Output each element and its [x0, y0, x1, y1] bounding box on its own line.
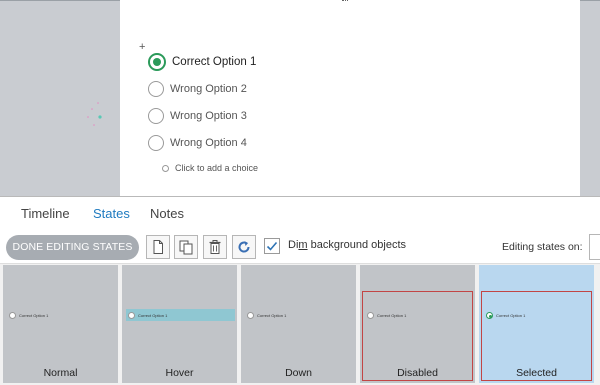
add-handle-icon[interactable]: + [139, 42, 145, 53]
states-strip: Correct Option 1 Normal Correct Option 1… [0, 263, 600, 385]
preview-radio-icon [128, 312, 135, 319]
radio-icon[interactable] [148, 108, 164, 124]
editing-states-label: Editing states on: [502, 241, 583, 253]
preview-radio-icon [367, 312, 374, 319]
dim-background-label: Dim background objects [288, 239, 407, 251]
states-toolbar: DONE EDITING STATES Dim background objec… [0, 231, 600, 261]
add-choice-row[interactable]: Click to add a choice [162, 163, 258, 173]
slide-canvas[interactable]: + Correct Option 1 Wrong Option 2 Wrong … [120, 0, 580, 196]
radio-icon[interactable] [148, 135, 164, 151]
state-preview: Correct Option 1 [128, 312, 167, 319]
dim-background-checkbox[interactable] [264, 238, 280, 254]
state-name: Disabled [397, 367, 438, 379]
state-card-hover[interactable]: Correct Option 1 Hover [122, 265, 237, 383]
add-choice-label: Click to add a choice [175, 163, 259, 173]
state-card-down[interactable]: Correct Option 1 Down [241, 265, 356, 383]
canvas-area: + Correct Option 1 Wrong Option 2 Wrong … [0, 0, 600, 196]
state-card-disabled[interactable]: Correct Option 1 Disabled [360, 265, 475, 383]
slide-marker [342, 0, 348, 2]
option-row-3[interactable]: Wrong Option 3 [148, 106, 247, 126]
duplicate-state-button[interactable] [174, 235, 198, 259]
preview-label: Correct Option 1 [377, 313, 407, 318]
radio-icon[interactable] [148, 81, 164, 97]
state-card-normal[interactable]: Correct Option 1 Normal [3, 265, 118, 383]
option-label: Wrong Option 4 [170, 137, 247, 149]
new-state-button[interactable] [146, 235, 170, 259]
reset-state-icon [238, 241, 250, 253]
state-thumbnail: Correct Option 1 [243, 292, 354, 352]
state-preview: Correct Option 1 [247, 312, 286, 319]
preview-radio-icon [9, 312, 16, 319]
state-thumbnail: Correct Option 1 [124, 292, 235, 352]
reset-state-button[interactable] [232, 235, 256, 259]
preview-label: Correct Option 1 [19, 313, 49, 318]
preview-label: Correct Option 1 [496, 313, 526, 318]
editing-states-dropdown[interactable] [589, 234, 600, 260]
state-name: Normal [43, 367, 78, 379]
preview-radio-icon [247, 312, 254, 319]
radio-selected-icon[interactable] [148, 53, 166, 71]
delete-state-button[interactable] [203, 235, 227, 259]
state-name: Hover [165, 367, 194, 379]
option-label: Wrong Option 2 [170, 83, 247, 95]
state-name: Down [285, 367, 312, 379]
option-row-1[interactable]: Correct Option 1 [148, 52, 256, 72]
panel-tabs: Timeline States Notes [0, 197, 600, 229]
bottom-panel: Timeline States Notes DONE EDITING STATE… [0, 196, 600, 385]
option-label: Wrong Option 3 [170, 110, 247, 122]
done-editing-states-button[interactable]: DONE EDITING STATES [6, 235, 139, 260]
tab-timeline[interactable]: Timeline [21, 206, 70, 221]
state-name: Selected [516, 367, 557, 379]
tab-notes[interactable]: Notes [150, 206, 184, 221]
checkmark-icon [266, 241, 278, 251]
state-preview: Correct Option 1 [486, 312, 525, 319]
state-thumbnail: Correct Option 1 [5, 292, 116, 352]
new-state-icon [153, 240, 163, 254]
state-card-selected[interactable]: Correct Option 1 Selected [479, 265, 594, 383]
delete-state-icon [209, 240, 221, 254]
duplicate-state-icon [179, 240, 193, 255]
state-preview: Correct Option 1 [9, 312, 48, 319]
option-label: Correct Option 1 [172, 56, 257, 68]
option-row-2[interactable]: Wrong Option 2 [148, 79, 247, 99]
state-preview: Correct Option 1 [367, 312, 406, 319]
add-choice-radio-icon [162, 164, 169, 172]
tab-states[interactable]: States [93, 206, 130, 221]
preview-label: Correct Option 1 [138, 313, 168, 318]
preview-label: Correct Option 1 [257, 313, 287, 318]
option-row-4[interactable]: Wrong Option 4 [148, 133, 247, 153]
preview-radio-selected-icon [486, 312, 493, 319]
